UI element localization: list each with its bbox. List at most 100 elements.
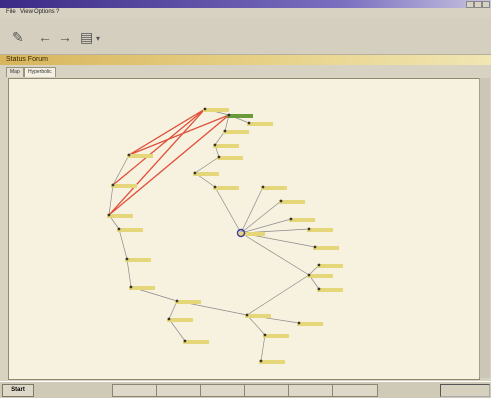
graph-node[interactable] <box>107 213 133 218</box>
menu-options[interactable]: Options <box>34 9 55 15</box>
graph-node[interactable] <box>236 228 266 238</box>
node-marker[interactable] <box>167 317 171 321</box>
taskbar-item[interactable] <box>200 384 246 397</box>
node-label-bg <box>307 228 333 232</box>
graph-node[interactable] <box>167 317 193 322</box>
node-marker[interactable] <box>245 313 249 317</box>
node-marker[interactable] <box>129 285 133 289</box>
graph-edge <box>118 228 128 260</box>
graph-node[interactable] <box>217 155 243 160</box>
node-marker[interactable] <box>307 227 311 231</box>
view-menu-icon[interactable]: ▤ <box>80 30 93 44</box>
node-marker[interactable] <box>175 299 179 303</box>
node-marker[interactable] <box>247 121 251 125</box>
node-marker[interactable] <box>279 199 283 203</box>
taskbar-item[interactable] <box>332 384 378 397</box>
title-bar <box>0 0 491 8</box>
graph-node[interactable] <box>263 333 289 338</box>
graph-node[interactable] <box>289 217 315 222</box>
node-marker[interactable] <box>111 183 115 187</box>
graph-node[interactable] <box>129 285 155 290</box>
node-marker[interactable] <box>183 339 187 343</box>
node-label-bg <box>247 122 273 126</box>
node-label-bg <box>129 286 155 290</box>
node-marker[interactable] <box>107 213 111 217</box>
node-label-bg <box>263 334 289 338</box>
graph-node[interactable] <box>261 185 287 190</box>
graph-node[interactable] <box>307 273 333 278</box>
tab-map[interactable]: Map <box>6 67 24 77</box>
graph-edge <box>260 334 266 362</box>
graph-node[interactable] <box>279 199 305 204</box>
menu-file[interactable]: File <box>6 9 16 15</box>
graph-node[interactable] <box>317 287 343 292</box>
taskbar-item[interactable] <box>112 384 158 397</box>
graph-node[interactable] <box>183 339 209 344</box>
graph-node[interactable] <box>213 143 239 148</box>
graph-canvas[interactable] <box>8 78 480 380</box>
graph-node[interactable] <box>213 185 239 190</box>
node-marker[interactable] <box>213 185 217 189</box>
node-marker[interactable] <box>289 217 293 221</box>
graph-view[interactable] <box>9 79 479 379</box>
node-marker[interactable] <box>223 129 227 133</box>
vertical-scrollbar[interactable] <box>479 78 490 378</box>
graph-node[interactable] <box>247 121 273 126</box>
node-label-bg <box>223 130 249 134</box>
node-marker[interactable] <box>317 263 321 267</box>
node-marker[interactable] <box>263 333 267 337</box>
node-marker[interactable] <box>261 185 265 189</box>
close-button[interactable] <box>482 1 490 8</box>
graph-node[interactable] <box>117 227 143 232</box>
taskbar-item[interactable] <box>156 384 202 397</box>
graph-node[interactable] <box>317 263 343 268</box>
forward-arrow-icon[interactable]: → <box>58 30 72 44</box>
minimize-button[interactable] <box>466 1 474 8</box>
node-marker[interactable] <box>217 155 221 159</box>
graph-edge <box>108 108 206 216</box>
tab-hyperbolic[interactable]: Hyperbolic <box>24 67 56 77</box>
graph-node[interactable] <box>111 183 137 188</box>
graph-node[interactable] <box>245 313 271 318</box>
node-marker[interactable] <box>317 287 321 291</box>
maximize-button[interactable] <box>474 1 482 8</box>
graph-node[interactable] <box>297 321 323 326</box>
graph-node[interactable] <box>223 129 249 134</box>
menu-view[interactable]: View <box>20 9 33 15</box>
taskbar-item[interactable] <box>244 384 290 397</box>
graph-node[interactable] <box>203 107 229 112</box>
node-marker[interactable] <box>213 143 217 147</box>
back-arrow-icon[interactable]: ← <box>38 30 52 44</box>
node-label-bg <box>289 218 315 222</box>
node-marker[interactable] <box>203 107 207 111</box>
node-marker[interactable] <box>193 171 197 175</box>
graph-node[interactable] <box>175 299 201 304</box>
graph-node[interactable] <box>313 245 339 250</box>
node-marker[interactable] <box>313 245 317 249</box>
node-label-bg <box>245 314 271 318</box>
node-marker[interactable] <box>259 359 263 363</box>
taskbar-item[interactable] <box>288 384 334 397</box>
graph-edge <box>112 154 130 186</box>
graph-node[interactable] <box>307 227 333 232</box>
node-label-bg <box>167 318 193 322</box>
node-marker[interactable] <box>307 273 311 277</box>
menu-help[interactable]: ? <box>56 9 59 15</box>
start-button[interactable]: Start <box>2 384 34 397</box>
pen-icon[interactable]: ✎ <box>12 30 24 44</box>
graph-node[interactable] <box>125 257 151 262</box>
graph-node[interactable] <box>227 113 253 118</box>
node-marker[interactable] <box>227 113 231 117</box>
node-label-bg <box>217 156 243 160</box>
node-marker[interactable] <box>125 257 129 261</box>
graph-node[interactable] <box>127 153 153 158</box>
dropdown-chevron-icon[interactable]: ▾ <box>96 32 100 46</box>
node-label-bg <box>203 108 229 112</box>
node-marker[interactable] <box>117 227 121 231</box>
graph-edge <box>240 218 292 234</box>
node-marker[interactable] <box>127 153 131 157</box>
graph-node[interactable] <box>259 359 285 364</box>
graph-edge <box>240 200 282 234</box>
node-marker[interactable] <box>297 321 301 325</box>
graph-node[interactable] <box>193 171 219 176</box>
